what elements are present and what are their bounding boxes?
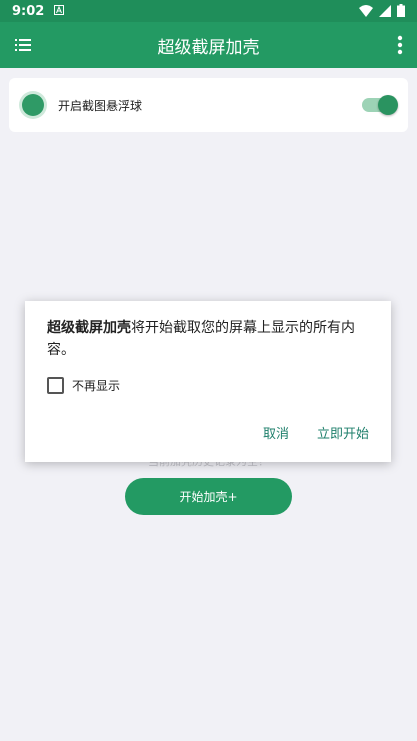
app-title: 超级截屏加壳 <box>157 37 260 58</box>
wifi-icon <box>359 2 373 21</box>
floating-ball-card: 开启截图悬浮球 <box>9 78 408 132</box>
dont-show-again-checkbox[interactable] <box>47 377 64 394</box>
dont-show-again-row: 不再显示 <box>47 377 369 394</box>
floating-ball-toggle[interactable] <box>362 95 398 115</box>
menu-icon[interactable] <box>14 36 32 54</box>
start-pack-button[interactable]: 开始加壳+ <box>125 478 292 515</box>
notification-icon <box>54 4 65 19</box>
screen-capture-dialog: 超级截屏加壳将开始截取您的屏幕上显示的所有内容。 不再显示 取消 立即开始 <box>25 301 391 462</box>
app-bar: 超级截屏加壳 <box>0 22 417 68</box>
more-options-icon[interactable] <box>397 35 403 55</box>
dialog-app-name: 超级截屏加壳 <box>47 320 131 336</box>
cancel-button[interactable]: 取消 <box>263 423 289 442</box>
status-time: 9:02 <box>12 3 45 19</box>
signal-icon <box>379 2 391 21</box>
dont-show-again-label: 不再显示 <box>72 379 121 393</box>
status-bar: 9:02 <box>0 0 417 22</box>
floating-ball-icon <box>22 94 44 116</box>
toggle-thumb <box>378 95 398 115</box>
dialog-actions: 取消 立即开始 <box>263 423 369 442</box>
dialog-message: 超级截屏加壳将开始截取您的屏幕上显示的所有内容。 <box>47 317 369 361</box>
battery-icon <box>397 2 405 21</box>
start-now-button[interactable]: 立即开始 <box>317 423 369 442</box>
floating-ball-label: 开启截图悬浮球 <box>58 98 143 113</box>
